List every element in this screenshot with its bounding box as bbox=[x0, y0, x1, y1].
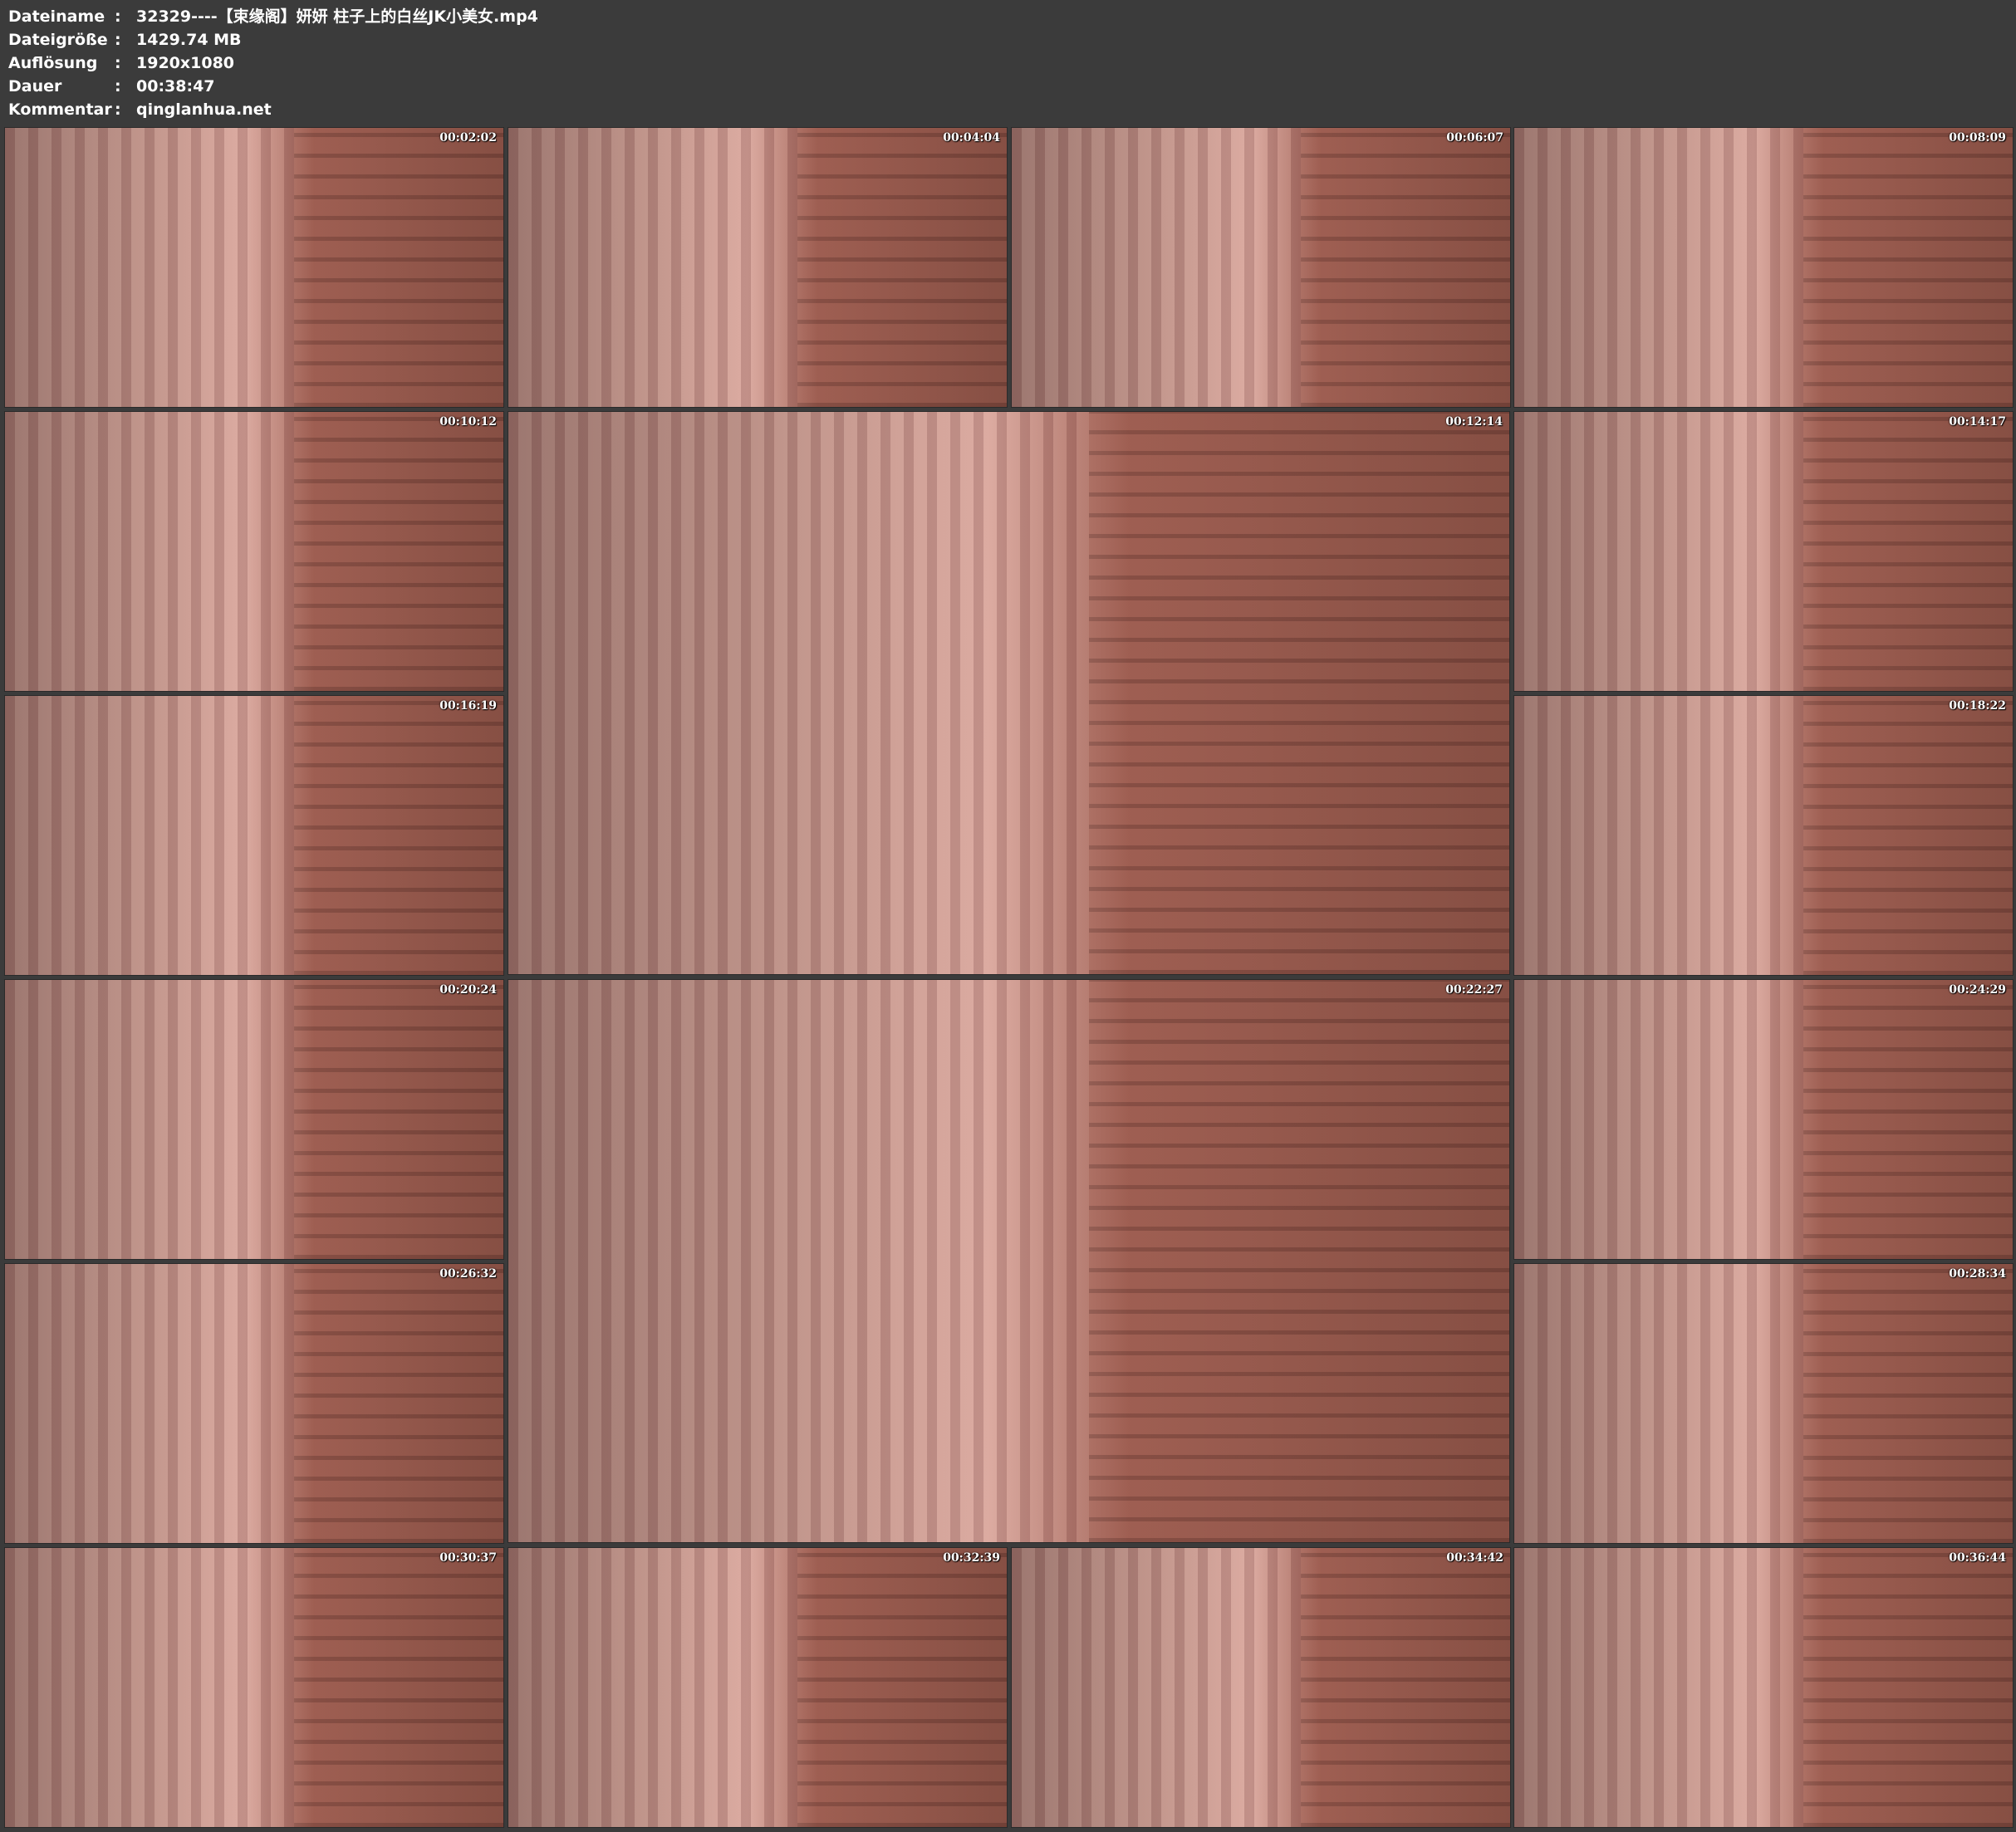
thumbnail-grid: 00:02:02 00:04:04 00:06:07 00:08:09 00:1… bbox=[0, 0, 2016, 1832]
video-thumbnail-large: 00:22:27 bbox=[508, 979, 1510, 1543]
video-thumbnail: 00:02:02 bbox=[4, 127, 504, 408]
video-thumbnail: 00:32:39 bbox=[508, 1547, 1008, 1828]
thumbnail-timestamp: 00:26:32 bbox=[439, 1267, 497, 1281]
thumbnail-timestamp: 00:20:24 bbox=[439, 983, 497, 997]
video-thumbnail: 00:26:32 bbox=[4, 1263, 504, 1544]
thumbnail-timestamp: 00:16:19 bbox=[439, 699, 497, 713]
thumbnail-timestamp: 00:28:34 bbox=[1949, 1267, 2006, 1281]
thumbnail-timestamp: 00:32:39 bbox=[943, 1551, 1000, 1565]
video-thumbnail: 00:06:07 bbox=[1011, 127, 1511, 408]
video-thumbnail-large: 00:12:14 bbox=[508, 411, 1510, 975]
video-thumbnail: 00:08:09 bbox=[1513, 127, 2014, 408]
thumbnail-timestamp: 00:10:12 bbox=[439, 415, 497, 429]
thumbnail-timestamp: 00:18:22 bbox=[1949, 699, 2006, 713]
thumbnail-timestamp: 00:02:02 bbox=[439, 131, 497, 145]
thumbnail-timestamp: 00:22:27 bbox=[1445, 983, 1503, 997]
video-thumbnail: 00:10:12 bbox=[4, 411, 504, 692]
video-thumbnail: 00:28:34 bbox=[1513, 1263, 2014, 1544]
thumbnail-timestamp: 00:34:42 bbox=[1446, 1551, 1503, 1565]
thumbnail-timestamp: 00:14:17 bbox=[1949, 415, 2006, 429]
video-thumbnail: 00:24:29 bbox=[1513, 979, 2014, 1260]
thumbnail-timestamp: 00:04:04 bbox=[943, 131, 1000, 145]
thumbnail-timestamp: 00:12:14 bbox=[1445, 415, 1503, 429]
thumbnail-timestamp: 00:06:07 bbox=[1446, 131, 1503, 145]
video-thumbnail: 00:16:19 bbox=[4, 695, 504, 976]
video-thumbnail: 00:20:24 bbox=[4, 979, 504, 1260]
thumbnail-timestamp: 00:24:29 bbox=[1949, 983, 2006, 997]
video-thumbnail: 00:36:44 bbox=[1513, 1547, 2014, 1828]
video-thumbnail: 00:14:17 bbox=[1513, 411, 2014, 692]
thumbnail-timestamp: 00:36:44 bbox=[1949, 1551, 2006, 1565]
video-thumbnail: 00:04:04 bbox=[508, 127, 1008, 408]
video-thumbnail: 00:34:42 bbox=[1011, 1547, 1511, 1828]
video-thumbnail: 00:30:37 bbox=[4, 1547, 504, 1828]
thumbnail-timestamp: 00:08:09 bbox=[1949, 131, 2006, 145]
thumbnail-timestamp: 00:30:37 bbox=[439, 1551, 497, 1565]
video-thumbnail: 00:18:22 bbox=[1513, 695, 2014, 976]
